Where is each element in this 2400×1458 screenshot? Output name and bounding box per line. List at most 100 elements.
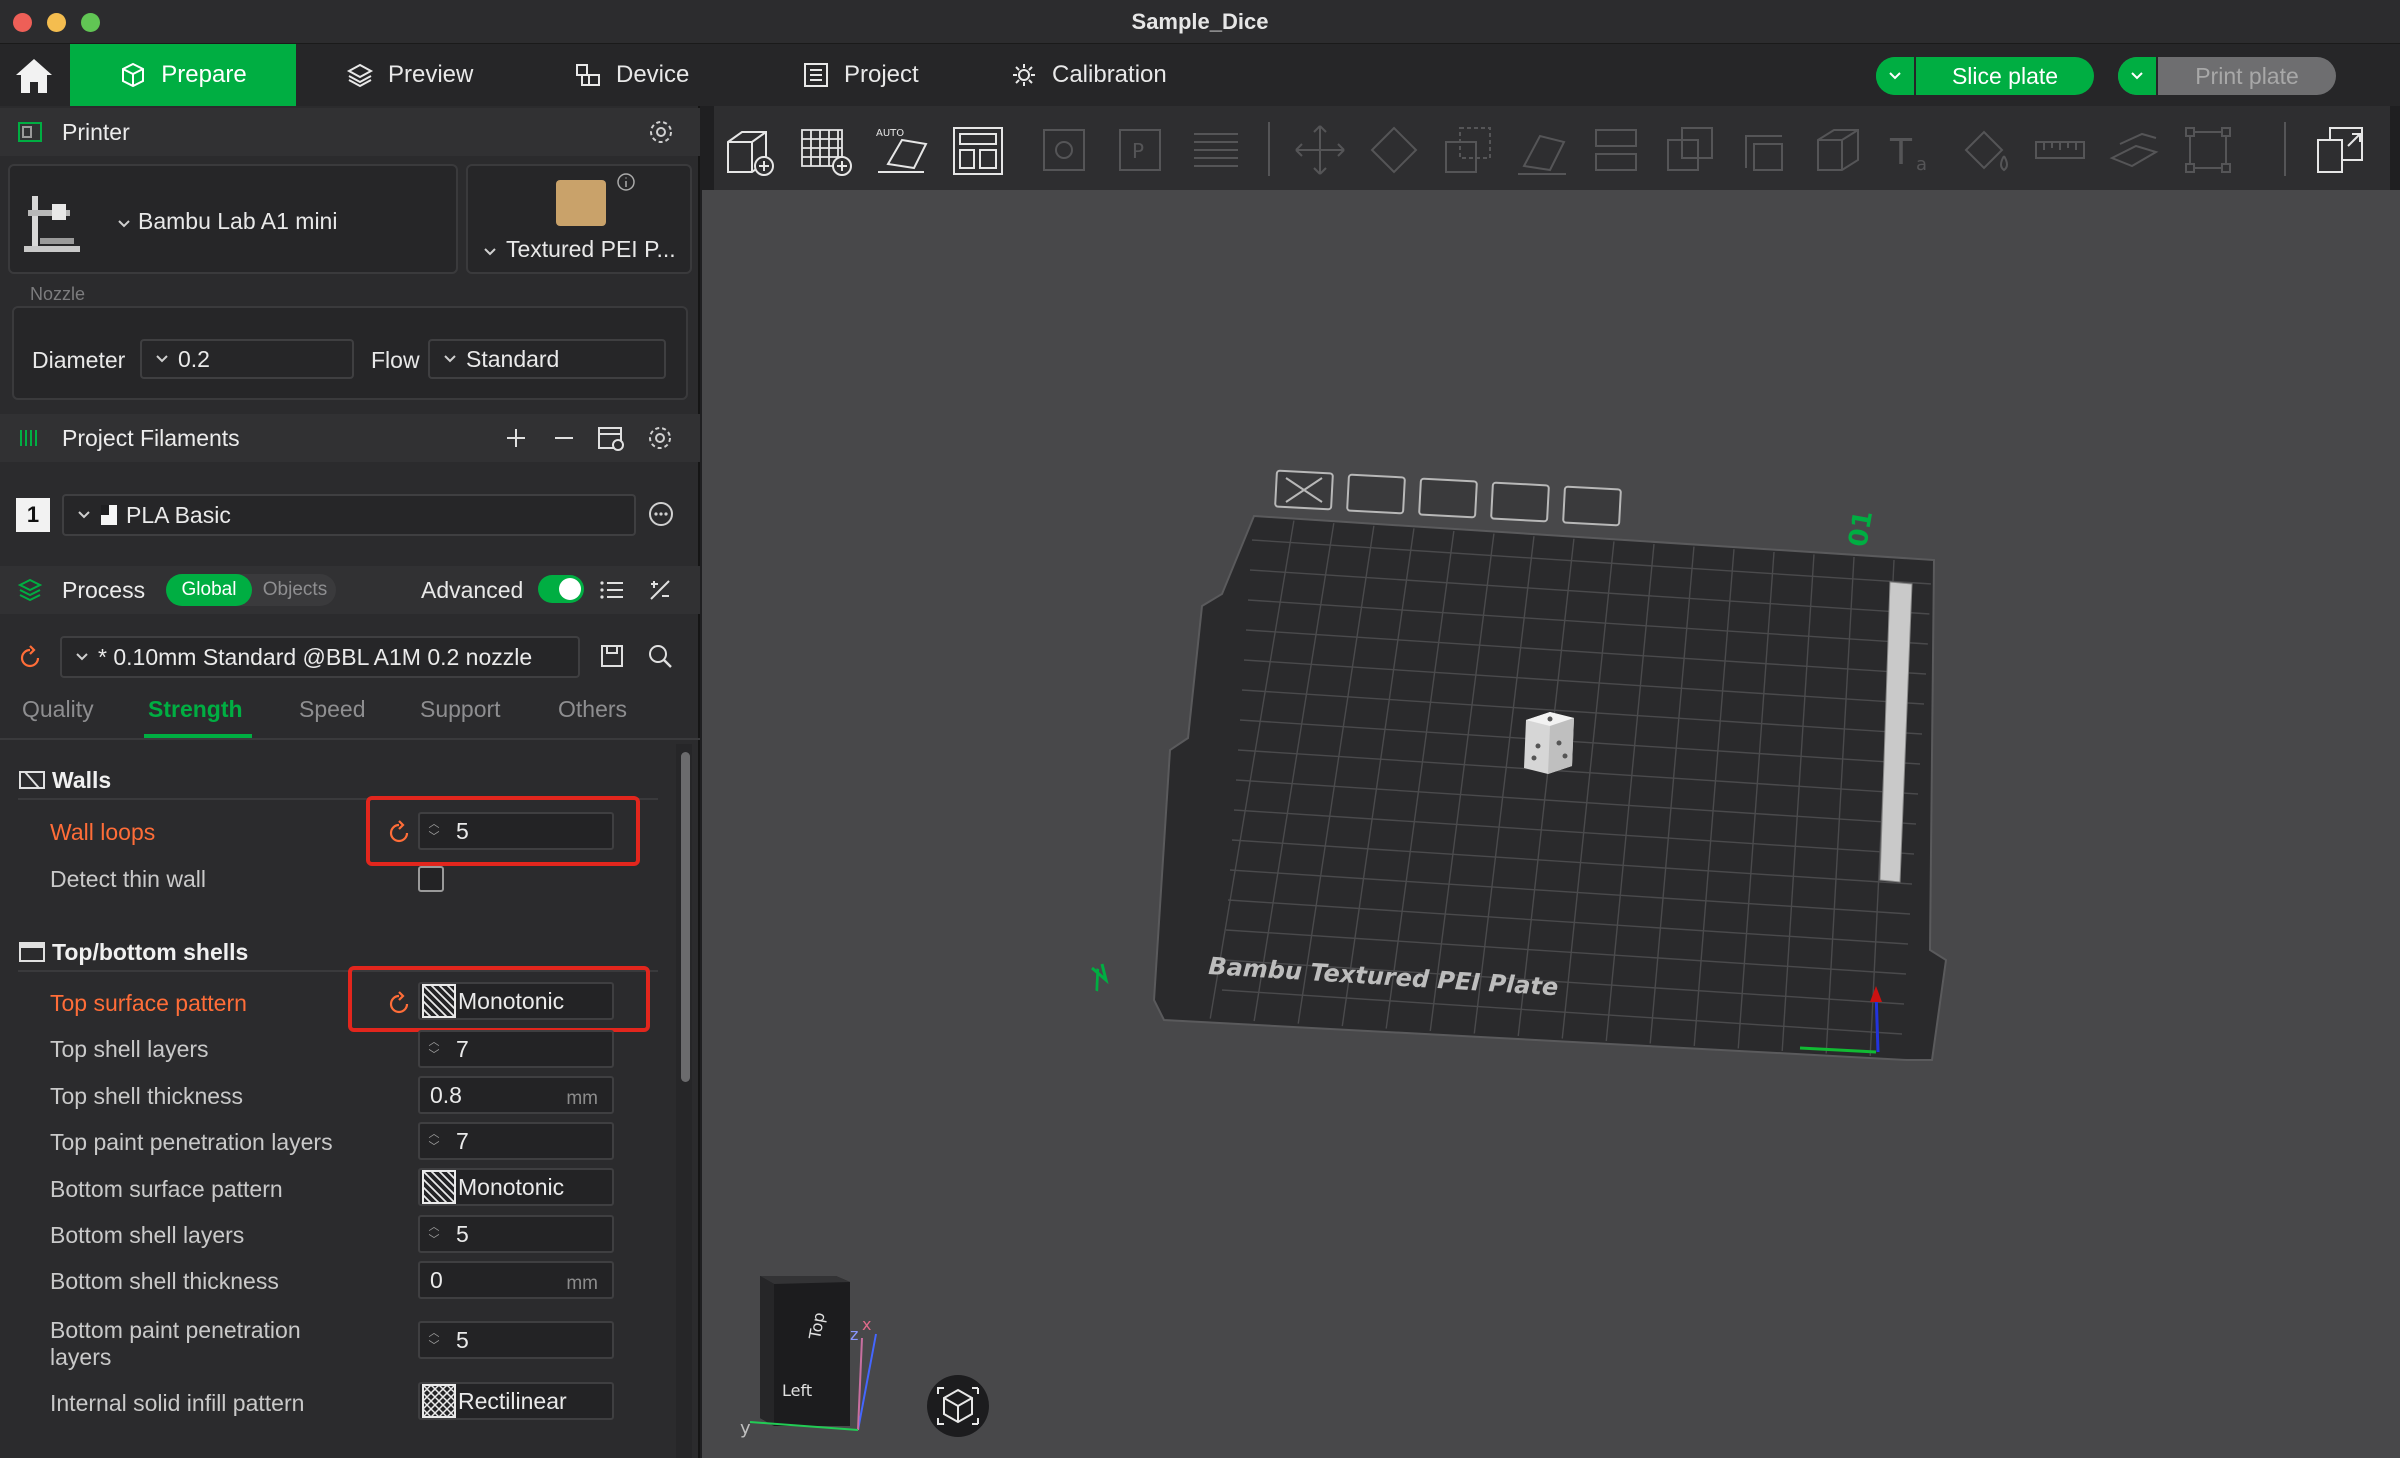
seam-paint-icon[interactable]	[1810, 122, 1866, 178]
bottom-paint-penetration-stepper[interactable]: ︿ ﹀	[424, 1323, 444, 1357]
flow-dropdown[interactable]: Standard	[428, 339, 666, 379]
move-icon[interactable]	[1292, 122, 1348, 178]
tab-prepare[interactable]: Prepare	[70, 44, 296, 106]
detect-thin-wall-checkbox[interactable]	[418, 866, 444, 892]
dice-model[interactable]	[1524, 712, 1574, 774]
assembly-icon[interactable]	[2106, 122, 2162, 178]
title-bar: Sample_Dice	[0, 0, 2400, 44]
filament-dropdown[interactable]: PLA Basic	[62, 494, 636, 536]
info-icon[interactable]	[616, 172, 636, 192]
walls-icon	[19, 771, 45, 789]
slice-options-dropdown[interactable]	[1876, 57, 1916, 95]
3d-viewport[interactable]: 01 Bambu Textured PEI Plate \ Top Left y…	[702, 190, 2400, 1458]
color-paint-icon[interactable]	[1958, 122, 2014, 178]
top-shell-layers-input[interactable]: ︿ ﹀ 7	[418, 1030, 614, 1068]
top-shell-layers-stepper[interactable]: ︿ ﹀	[424, 1032, 444, 1066]
tab-separator	[0, 738, 700, 740]
lock-plate-icon[interactable]	[1490, 481, 1550, 523]
split-objects-icon[interactable]	[1036, 122, 1092, 178]
sidebar-scrollbar-thumb[interactable]	[681, 752, 690, 1082]
tab-project-label: Project	[844, 61, 919, 88]
reset-icon[interactable]	[16, 644, 44, 672]
filament-sync-icon[interactable]	[596, 423, 626, 453]
tab-calibration[interactable]: Calibration	[1010, 44, 1167, 106]
bottom-paint-penetration-value: 5	[456, 1326, 469, 1353]
tab-quality[interactable]: Quality	[22, 696, 94, 723]
tab-preview[interactable]: Preview	[346, 44, 473, 106]
tab-support[interactable]: Support	[420, 696, 501, 723]
printer-icon	[18, 122, 42, 142]
process-preset-dropdown[interactable]: * 0.10mm Standard @BBL A1M 0.2 nozzle	[60, 636, 580, 678]
top-shell-thickness-label: Top shell thickness	[50, 1083, 244, 1109]
process-icon	[17, 578, 43, 602]
top-paint-penetration-input[interactable]: ︿ ﹀ 7	[418, 1122, 614, 1160]
print-options-dropdown[interactable]	[2118, 57, 2158, 95]
auto-orient-icon[interactable]: AUTO	[874, 122, 930, 178]
slice-plate-button[interactable]: Slice plate	[1876, 57, 2094, 95]
lay-on-face-icon[interactable]	[1514, 122, 1570, 178]
bounding-box-icon[interactable]	[2180, 122, 2236, 178]
chevron-down-icon	[2131, 72, 2143, 80]
arrange-icon[interactable]	[950, 122, 1006, 178]
remove-filament-icon[interactable]	[550, 424, 578, 452]
rotate-icon[interactable]	[1366, 122, 1422, 178]
detect-thin-wall-label: Detect thin wall	[50, 866, 206, 892]
diameter-dropdown[interactable]: 0.2	[140, 339, 354, 379]
top-shell-thickness-input[interactable]: 0.8 mm	[418, 1076, 614, 1114]
save-icon[interactable]	[598, 642, 626, 670]
axis-z-label: z	[850, 1325, 858, 1344]
plate-settings-icon[interactable]	[1562, 485, 1622, 527]
orient-plate-icon[interactable]	[1346, 473, 1406, 515]
text-tool-icon[interactable]: Ta	[1884, 122, 1940, 178]
plate-type-selector[interactable]: Textured PEI P...	[466, 164, 692, 274]
arrange-plate-icon[interactable]	[1418, 477, 1478, 519]
search-icon[interactable]	[646, 642, 674, 670]
scale-icon[interactable]	[1440, 122, 1496, 178]
tab-others[interactable]: Others	[558, 696, 627, 723]
gear-icon[interactable]	[647, 118, 675, 146]
rectilinear-pattern-icon	[422, 1384, 456, 1418]
list-icon[interactable]	[598, 576, 626, 604]
split-parts-icon[interactable]: P	[1112, 122, 1168, 178]
internal-solid-infill-label: Internal solid infill pattern	[50, 1390, 305, 1416]
bottom-shell-layers-input[interactable]: ︿ ﹀ 5	[418, 1215, 614, 1253]
add-object-icon[interactable]	[722, 122, 778, 178]
add-plate-icon[interactable]	[798, 122, 854, 178]
mesh-boolean-icon[interactable]	[1662, 122, 1718, 178]
cut-icon[interactable]	[1588, 122, 1644, 178]
walls-group-title: Walls	[52, 767, 112, 793]
add-filament-icon[interactable]	[502, 424, 530, 452]
internal-solid-infill-dropdown[interactable]: Rectilinear	[418, 1382, 614, 1420]
tab-project[interactable]: Project	[802, 44, 919, 106]
print-plate-button[interactable]: Print plate	[2118, 57, 2336, 95]
shells-icon	[19, 942, 45, 962]
bottom-paint-penetration-input[interactable]: ︿ ﹀ 5	[418, 1321, 614, 1359]
bottom-shell-thickness-input[interactable]: 0 mm	[418, 1261, 614, 1299]
top-shell-layers-label: Top shell layers	[50, 1036, 209, 1062]
scope-global-option[interactable]: Global	[166, 574, 252, 606]
scope-objects-option[interactable]: Objects	[256, 574, 334, 606]
layers-editing-icon[interactable]	[1188, 122, 1244, 178]
advanced-label: Advanced	[421, 577, 524, 603]
shells-group-title: Top/bottom shells	[52, 939, 249, 965]
tab-device[interactable]: Device	[574, 44, 689, 106]
printer-selector[interactable]: Bambu Lab A1 mini	[8, 164, 458, 274]
support-paint-icon[interactable]	[1736, 122, 1792, 178]
svg-text:P: P	[1132, 139, 1144, 163]
home-button[interactable]	[12, 55, 56, 97]
process-section-header: Process	[0, 566, 700, 614]
advanced-toggle[interactable]	[538, 575, 584, 603]
tab-speed[interactable]: Speed	[299, 696, 366, 723]
compare-icon[interactable]	[646, 576, 674, 604]
wall-loops-label: Wall loops	[50, 819, 156, 845]
reset-view-button[interactable]	[927, 1375, 989, 1437]
tab-strength[interactable]: Strength	[148, 696, 243, 723]
top-paint-penetration-stepper[interactable]: ︿ ﹀	[424, 1124, 444, 1158]
bottom-shell-layers-stepper[interactable]: ︿ ﹀	[424, 1217, 444, 1251]
view-cube[interactable]: Top Left y x z	[740, 1276, 877, 1439]
measure-icon[interactable]	[2032, 122, 2088, 178]
explode-view-icon[interactable]	[2312, 122, 2368, 178]
bottom-surface-pattern-dropdown[interactable]: Monotonic	[418, 1168, 614, 1206]
gear-icon[interactable]	[646, 424, 674, 452]
more-options-icon[interactable]	[646, 499, 676, 529]
